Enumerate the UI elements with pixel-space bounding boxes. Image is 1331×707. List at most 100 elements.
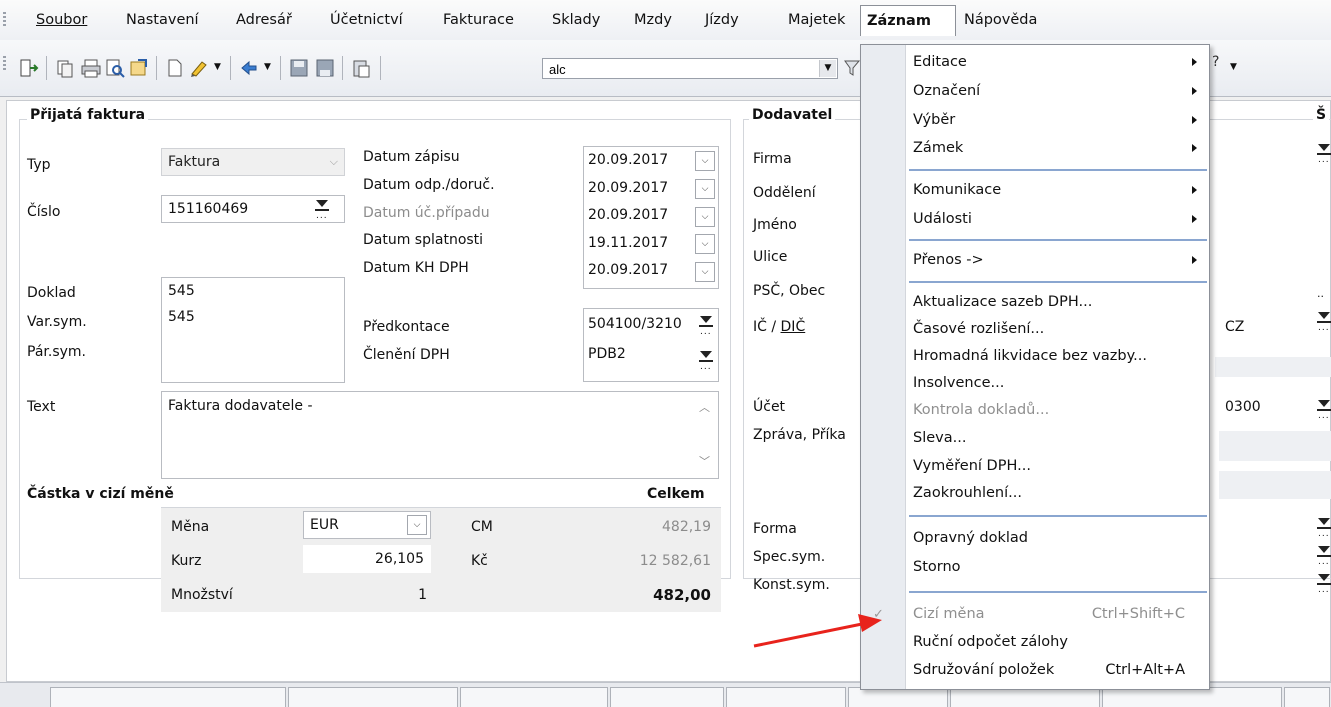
menu-item-sleva[interactable]: Sleva... <box>913 425 1203 451</box>
cm-label: CM <box>471 519 493 535</box>
doklad-label: Doklad <box>27 285 76 301</box>
scroll-down-icon[interactable]: ﹀ <box>699 453 710 469</box>
doklad-box[interactable]: 545 545 <box>161 277 345 383</box>
bottom-tab[interactable] <box>288 687 458 707</box>
bottom-tab[interactable] <box>848 687 948 707</box>
date-picker-button[interactable]: ⌵ <box>695 151 715 171</box>
menu-fakturace[interactable]: Fakturace <box>437 6 520 34</box>
print-preview-icon[interactable] <box>104 57 126 79</box>
export-icon[interactable] <box>128 57 150 79</box>
kurz-label: Kurz <box>171 553 202 569</box>
list-select-icon[interactable]: ... <box>1315 141 1331 165</box>
menu-item-vymereni-dph[interactable]: Vyměření DPH... <box>913 453 1203 479</box>
list-select-icon[interactable]: ... <box>1315 571 1331 595</box>
menu-item-kontrola-dokladu[interactable]: Kontrola dokladů... <box>913 397 1203 423</box>
exit-icon[interactable] <box>18 57 40 79</box>
scroll-up-icon[interactable]: ︿ <box>699 399 710 415</box>
date-picker-button[interactable]: ⌵ <box>695 207 715 227</box>
jmeno-label: Jméno <box>753 217 797 233</box>
chevron-down-icon[interactable]: ▼ <box>214 62 221 72</box>
section-title-fragment: Š <box>1313 107 1330 123</box>
date-picker-button[interactable]: ⌵ <box>695 179 715 199</box>
kurz-field[interactable]: 26,105 <box>303 545 431 573</box>
menu-item-udalosti[interactable]: Události <box>913 206 1203 232</box>
ucet-label: Účet <box>753 399 786 415</box>
zaznam-dropdown-menu: Editace Označení Výběr Zámek Komunikace … <box>860 44 1210 690</box>
menu-jizdy[interactable]: Jízdy <box>699 6 745 34</box>
list-select-icon[interactable]: ... <box>697 348 715 372</box>
menu-nastaveni[interactable]: Nastavení <box>120 6 205 34</box>
datum-zapisu-label: Datum zápisu <box>363 149 460 165</box>
menu-item-casove-rozliseni[interactable]: Časové rozlišení... <box>913 316 1203 342</box>
save-icon[interactable] <box>288 57 310 79</box>
date-picker-button[interactable]: ⌵ <box>695 262 715 282</box>
kc-value: 12 582,61 <box>639 553 711 569</box>
copy-document-icon[interactable] <box>54 57 76 79</box>
menu-mzdy[interactable]: Mzdy <box>628 6 678 34</box>
menu-sklady[interactable]: Sklady <box>546 6 606 34</box>
menu-item-zamek[interactable]: Zámek <box>913 135 1203 161</box>
chevron-down-icon[interactable]: ▼ <box>1230 62 1237 72</box>
back-arrow-icon[interactable] <box>238 57 260 79</box>
typ-select[interactable]: Faktura ⌵ <box>161 148 345 176</box>
menu-item-prenos[interactable]: Přenos -> <box>913 247 1203 273</box>
submenu-arrow-icon <box>1192 87 1197 95</box>
bottom-tab[interactable] <box>1102 687 1282 707</box>
print-icon[interactable] <box>80 57 102 79</box>
firma-label: Firma <box>753 151 792 167</box>
menu-item-editace[interactable]: Editace <box>913 49 1203 75</box>
bottom-tab[interactable] <box>1284 687 1330 707</box>
menu-item-sdruzovani-polozek[interactable]: Sdružování položek Ctrl+Alt+A <box>913 657 1203 683</box>
mena-dropdown-button[interactable]: ⌵ <box>407 515 427 535</box>
list-select-icon[interactable]: ... <box>1315 397 1331 421</box>
toolbar-grip <box>3 56 6 72</box>
list-select-icon[interactable]: ... <box>1315 543 1331 567</box>
search-input[interactable] <box>547 60 801 79</box>
menu-item-zaokrouhleni[interactable]: Zaokrouhlení... <box>913 480 1203 506</box>
save-all-icon[interactable] <box>314 57 336 79</box>
zprava-field[interactable] <box>1219 431 1331 461</box>
menu-item-opravny-doklad[interactable]: Opravný doklad <box>913 525 1203 551</box>
menu-item-vyber[interactable]: Výběr <box>913 107 1203 133</box>
text-value: Faktura dodavatele - <box>168 398 313 414</box>
konst-sym-label: Konst.sym. <box>753 577 830 593</box>
menu-item-storno[interactable]: Storno <box>913 554 1203 580</box>
list-select-icon[interactable]: ... <box>313 197 331 221</box>
bottom-tab[interactable] <box>726 687 846 707</box>
more-button[interactable]: .. <box>1317 287 1324 300</box>
bottom-tab[interactable] <box>950 687 1100 707</box>
list-select-icon[interactable]: ... <box>697 313 715 337</box>
bottom-tab[interactable] <box>50 687 286 707</box>
toolbar-separator <box>46 56 47 80</box>
menu-item-hromadna-likvidace[interactable]: Hromadná likvidace bez vazby... <box>913 343 1203 369</box>
chevron-down-icon[interactable]: ▼ <box>819 60 836 77</box>
help-icon[interactable]: ? <box>1212 54 1219 70</box>
menu-item-insolvence[interactable]: Insolvence... <box>913 370 1203 396</box>
menu-adresar[interactable]: Adresář <box>230 6 298 34</box>
section-bar <box>1219 471 1331 499</box>
text-area[interactable]: Faktura dodavatele - <box>161 391 719 479</box>
menu-soubor[interactable]: Soubor <box>30 6 93 34</box>
search-combo[interactable]: ▼ <box>542 58 838 79</box>
submenu-arrow-icon <box>1192 116 1197 124</box>
date-picker-button[interactable]: ⌵ <box>695 234 715 254</box>
menu-item-komunikace[interactable]: Komunikace <box>913 177 1203 203</box>
menu-zaznam[interactable]: Záznam <box>860 5 956 36</box>
menu-item-aktualizace-sazeb-dph[interactable]: Aktualizace sazeb DPH... <box>913 289 1203 315</box>
bottom-tab[interactable] <box>610 687 724 707</box>
menu-item-oznaceni[interactable]: Označení <box>913 78 1203 104</box>
mnozstvi-value[interactable]: 1 <box>387 587 427 603</box>
menu-napoveda[interactable]: Nápověda <box>958 6 1043 34</box>
bottom-tab[interactable] <box>460 687 608 707</box>
menu-majetek[interactable]: Majetek <box>782 6 851 34</box>
menu-ucetnictvi[interactable]: Účetnictví <box>324 6 409 34</box>
clipboard-icon[interactable] <box>350 57 372 79</box>
submenu-arrow-icon <box>1192 186 1197 194</box>
list-select-icon[interactable]: ... <box>1315 309 1331 333</box>
new-record-icon[interactable] <box>164 57 186 79</box>
chevron-down-icon[interactable]: ▼ <box>264 62 271 72</box>
menu-item-rucni-odpocet-zalohy[interactable]: Ruční odpočet zálohy <box>913 629 1203 655</box>
list-select-icon[interactable]: ... <box>1315 515 1331 539</box>
edit-pencil-icon[interactable] <box>188 57 210 79</box>
menu-item-cizi-mena[interactable]: Cizí měna Ctrl+Shift+C <box>913 601 1203 627</box>
